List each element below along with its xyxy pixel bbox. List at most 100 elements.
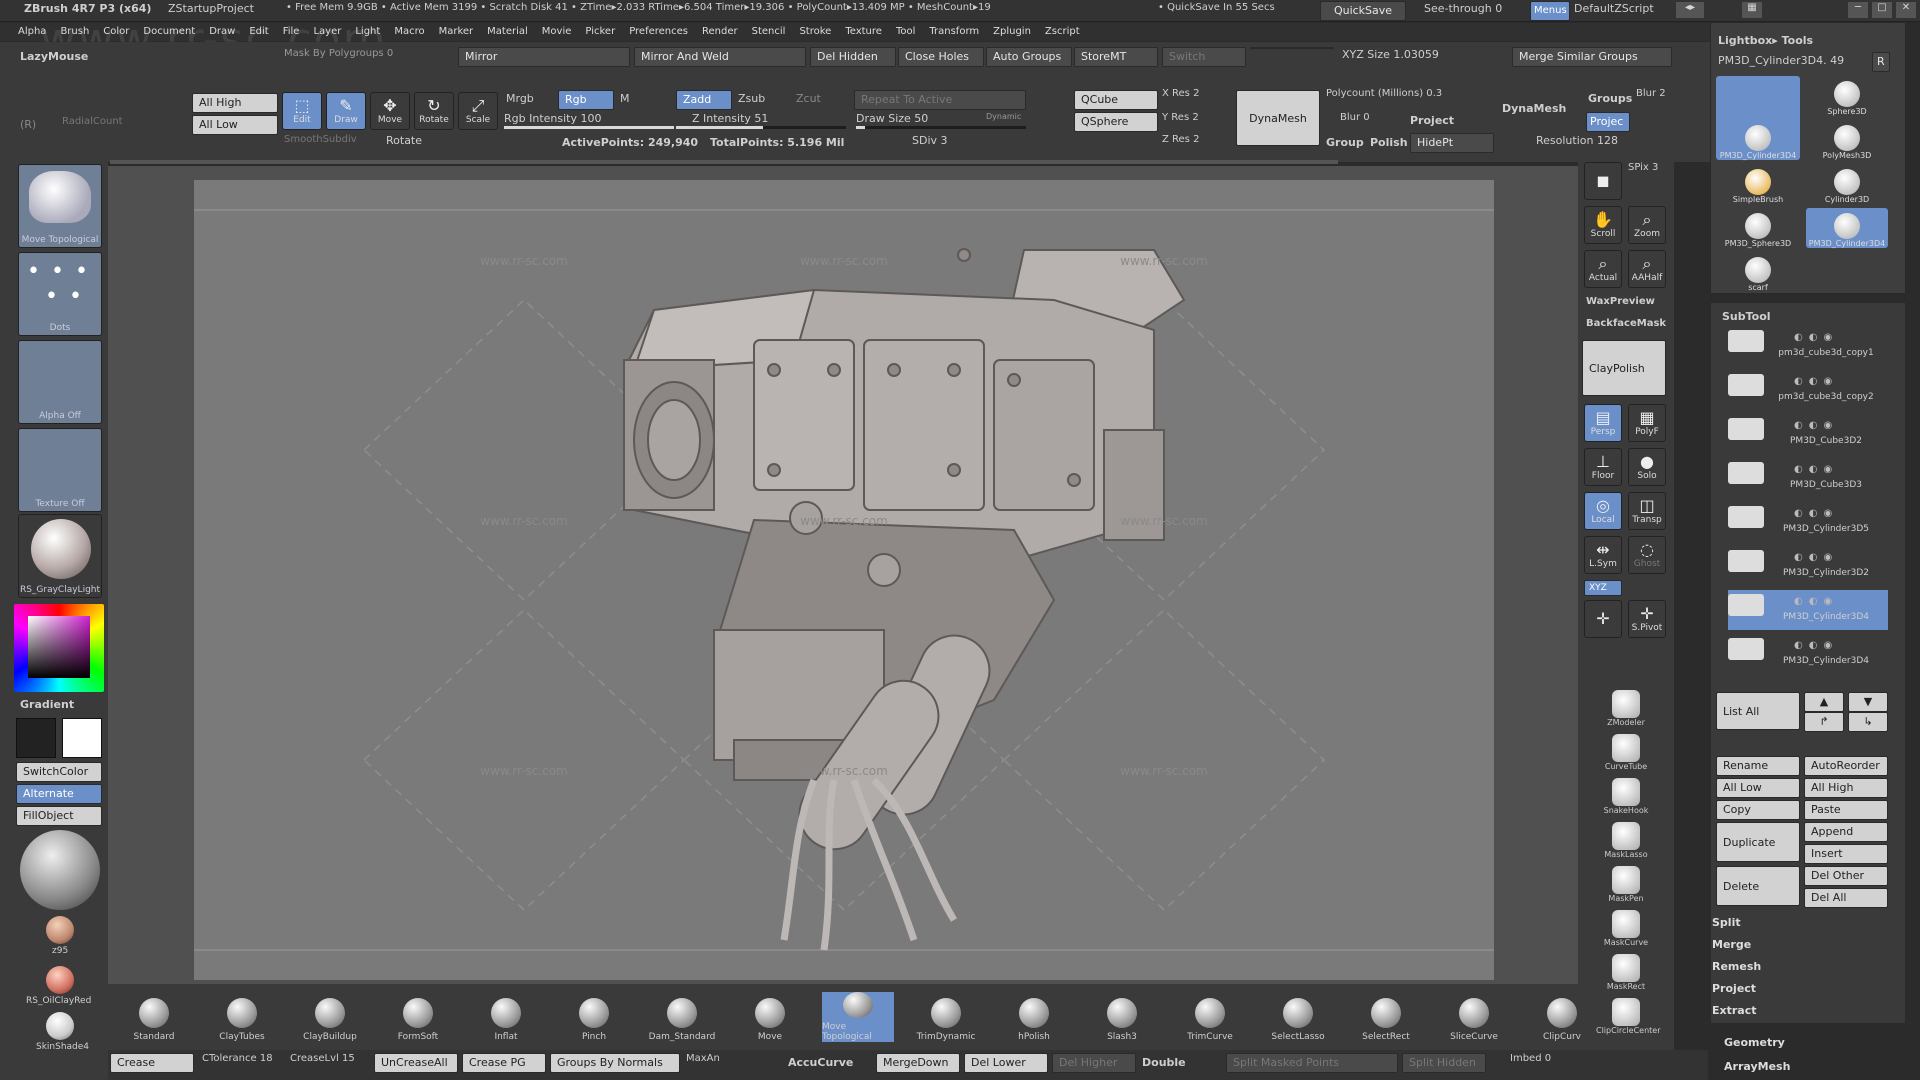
qcube-button[interactable]: QCube [1074, 90, 1158, 110]
group-toggle[interactable]: Group [1326, 136, 1364, 149]
brush-trimdynamic[interactable]: TrimDynamic [910, 992, 982, 1042]
menu-picker[interactable]: Picker [585, 26, 615, 40]
layout-icon[interactable]: ▦ [1742, 2, 1762, 18]
menu-preferences[interactable]: Preferences [629, 26, 688, 40]
double-toggle[interactable]: Double [1142, 1056, 1186, 1069]
eye-icon[interactable]: ◐◐◉ [1794, 332, 1838, 343]
menu-material[interactable]: Material [487, 26, 528, 40]
backface-mask-toggle[interactable]: BackfaceMask [1586, 318, 1666, 329]
menu-movie[interactable]: Movie [542, 26, 572, 40]
solo-button[interactable]: ● Solo [1628, 448, 1666, 486]
draw-size-slider[interactable]: Draw Size 50 [856, 112, 928, 125]
draw-mode-button[interactable]: ✎ Draw [326, 92, 366, 130]
skin-shade-material-icon[interactable] [46, 1012, 74, 1040]
lightbox-tools-button[interactable]: Lightbox▸ Tools [1718, 34, 1813, 47]
r-button[interactable]: R [1872, 52, 1890, 72]
dynamesh-button[interactable]: DynaMesh [1236, 90, 1320, 146]
blur-slider[interactable]: Blur 0 [1340, 112, 1370, 123]
list-all-button[interactable]: List All [1716, 692, 1800, 730]
viewport-canvas[interactable]: www.rr-sc.com www.rr-sc.com www.rr-sc.com … [194, 180, 1494, 980]
xyz-toggle[interactable]: XYZ [1584, 580, 1622, 596]
menu-marker[interactable]: Marker [439, 26, 474, 40]
subtool-row[interactable]: ◐◐◉ PM3D_Cylinder3D4 [1728, 634, 1888, 674]
dock-brush-mask-lasso[interactable]: MaskLasso [1596, 822, 1656, 864]
subtool-row[interactable]: ◐◐◉ PM3D_Cube3D3 [1728, 458, 1888, 498]
eye-icon[interactable]: ◐◐◉ [1794, 596, 1838, 607]
dock-brush-zmodeler[interactable]: ZModeler [1596, 690, 1656, 732]
lazymouse-toggle[interactable]: LazyMouse [20, 50, 88, 63]
z-intensity-slider[interactable]: Z Intensity 51 [692, 112, 768, 125]
brush-selectlasso[interactable]: SelectLasso [1262, 992, 1334, 1042]
groups-by-normals-button[interactable]: Groups By Normals [550, 1053, 680, 1073]
gradient-label[interactable]: Gradient [20, 698, 74, 711]
brush-claybuildup[interactable]: ClayBuildup [294, 992, 366, 1042]
dock-brush-clip-circle-center[interactable]: ClipCircleCenter [1596, 998, 1661, 1040]
imbed-slider[interactable]: Imbed 0 [1510, 1053, 1551, 1064]
split-menu[interactable]: Split [1712, 916, 1898, 929]
eye-icon[interactable]: ◐◐◉ [1794, 508, 1838, 519]
split-hidden-button[interactable]: Split Hidden [1402, 1053, 1486, 1073]
tool-thumb[interactable]: scarf [1716, 252, 1800, 292]
eye-icon[interactable]: ◐◐◉ [1794, 552, 1838, 563]
all-high-button[interactable]: All High [192, 93, 278, 113]
material-preview-sphere[interactable] [20, 830, 100, 910]
menu-stencil[interactable]: Stencil [752, 26, 786, 40]
material-picker[interactable]: RS_GrayClayLight [18, 514, 102, 598]
oil-clay-material-icon[interactable] [46, 966, 74, 994]
mirror-and-weld-button[interactable]: Mirror And Weld [634, 47, 806, 67]
crease-level-slider[interactable]: CreaseLvl 15 [290, 1053, 355, 1064]
uncrease-all-button[interactable]: UnCreaseAll [374, 1053, 458, 1073]
merge-menu[interactable]: Merge [1712, 938, 1898, 951]
m-toggle[interactable]: M [620, 92, 630, 105]
paste-button[interactable]: Paste [1804, 800, 1888, 820]
copy-button[interactable]: Copy [1716, 800, 1800, 820]
subtool-header[interactable]: SubTool [1722, 310, 1771, 323]
del-hidden-button[interactable]: Del Hidden [810, 47, 896, 67]
alpha-picker[interactable]: Alpha Off [18, 340, 102, 424]
tool-thumb[interactable]: PM3D_Cylinder3D4 [1806, 208, 1888, 248]
subtool-row[interactable]: ◐◐◉ PM3D_Cylinder3D4 [1728, 590, 1888, 630]
subtool-row[interactable]: ◐◐◉ pm3d_cube3d_copy1 [1728, 326, 1888, 366]
color-picker[interactable] [14, 604, 104, 692]
move-up-arrow-icon[interactable]: ▲ [1804, 692, 1844, 712]
store-mt-button[interactable]: StoreMT [1074, 47, 1158, 67]
alternate-button[interactable]: Alternate [16, 784, 102, 804]
menus-button[interactable]: Menus [1530, 1, 1570, 21]
project-toggle[interactable]: Project [1410, 114, 1454, 127]
stroke-picker[interactable]: • • • • • Dots [18, 252, 102, 336]
smooth-subdiv-toggle[interactable]: SmoothSubdiv [284, 134, 357, 145]
polycount-slider[interactable]: Polycount (Millions) 0.3 [1326, 88, 1442, 99]
move-down-arrow-icon[interactable]: ▼ [1848, 692, 1888, 712]
bpr-render-button[interactable]: ◼ [1584, 162, 1622, 200]
tool-thumb[interactable]: SimpleBrush [1716, 164, 1800, 204]
see-through-slider[interactable]: See-through 0 [1424, 2, 1502, 15]
rgb-intensity-slider[interactable]: Rgb Intensity 100 [504, 112, 601, 125]
projec-toggle[interactable]: Projec [1586, 112, 1630, 132]
switch-color-button[interactable]: SwitchColor [16, 762, 102, 782]
menu-macro[interactable]: Macro [394, 26, 424, 40]
menu-tool[interactable]: Tool [896, 26, 915, 40]
subtool-row[interactable]: ◐◐◉ PM3D_Cylinder3D5 [1728, 502, 1888, 542]
local-button[interactable]: ◎ Local [1584, 492, 1622, 530]
groups-toggle[interactable]: Groups [1588, 92, 1632, 105]
aahalf-button[interactable]: ⌕ AAHalf [1628, 250, 1666, 288]
sdiv-slider[interactable]: SDiv 3 [912, 134, 948, 147]
brush-inflat[interactable]: Inflat [470, 992, 542, 1042]
maxangle-slider[interactable]: MaxAn [686, 1053, 720, 1064]
delete-button[interactable]: Delete [1716, 866, 1800, 906]
zcut-toggle[interactable]: Zcut [796, 92, 821, 105]
texture-picker[interactable]: Texture Off [18, 428, 102, 512]
project-menu[interactable]: Project [1712, 982, 1898, 995]
pivot-button[interactable]: ✛ [1584, 600, 1622, 638]
hidept-button[interactable]: HidePt [1410, 133, 1494, 153]
scale-mode-button[interactable]: ⤢ Scale [458, 92, 498, 130]
extract-menu[interactable]: Extract [1712, 1004, 1898, 1017]
draw-size-track[interactable] [856, 126, 1026, 129]
ghost-button[interactable]: ◌ Ghost [1628, 536, 1666, 574]
menu-zscript[interactable]: Zscript [1045, 26, 1080, 40]
mask-by-polygroups-slider[interactable]: Mask By Polygroups 0 [284, 48, 393, 59]
duplicate-button[interactable]: Duplicate [1716, 822, 1800, 862]
merge-similar-groups-button[interactable]: Merge Similar Groups [1512, 47, 1672, 67]
tool-thumb[interactable]: Cylinder3D [1806, 164, 1888, 204]
edit-mode-button[interactable]: ⬚ Edit [282, 92, 322, 130]
